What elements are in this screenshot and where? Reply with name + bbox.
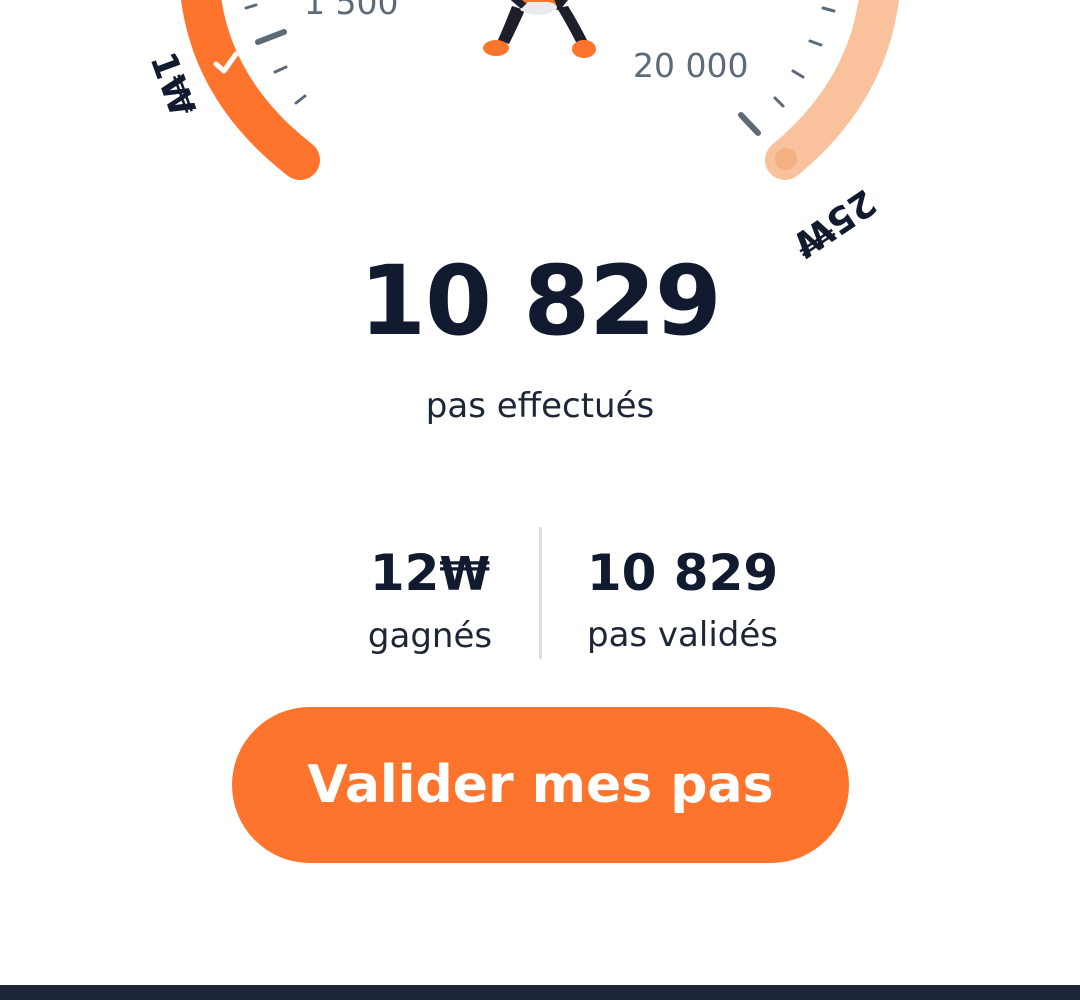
coins-earned-value: 12₩ (330, 540, 530, 607)
walking-person-illustration (483, 0, 596, 58)
gauge-end-dot (775, 148, 797, 170)
coins-earned-label: gagnés (367, 616, 493, 656)
gauge-arc-remaining (765, 0, 899, 180)
coins-earned-stat: 12₩ gagnés (330, 540, 530, 667)
steps-caption: pas effectués (425, 386, 655, 426)
step-gauge: 1 500 20 000 1₩ 25₩ (142, 0, 899, 260)
validated-steps-label: pas validés (586, 615, 778, 655)
gauge-min-reward: 1₩ (142, 47, 203, 122)
stats-divider (539, 527, 542, 659)
validate-steps-button[interactable]: Valider mes pas (232, 707, 849, 863)
won-currency-icon: ₩ (439, 547, 491, 601)
gauge-arc-earned (181, 0, 320, 180)
gauge-marker-20000: 20 000 (633, 46, 748, 85)
coins-earned-number: 12 (369, 544, 440, 602)
bottom-navigation-bar (0, 985, 1080, 1000)
validated-steps-value: 10 829 (586, 544, 779, 602)
validated-steps-stat: 10 829 pas validés (560, 540, 805, 666)
steps-count: 10 829 (359, 245, 721, 357)
gauge-marker-1500: 1 500 (304, 0, 398, 22)
